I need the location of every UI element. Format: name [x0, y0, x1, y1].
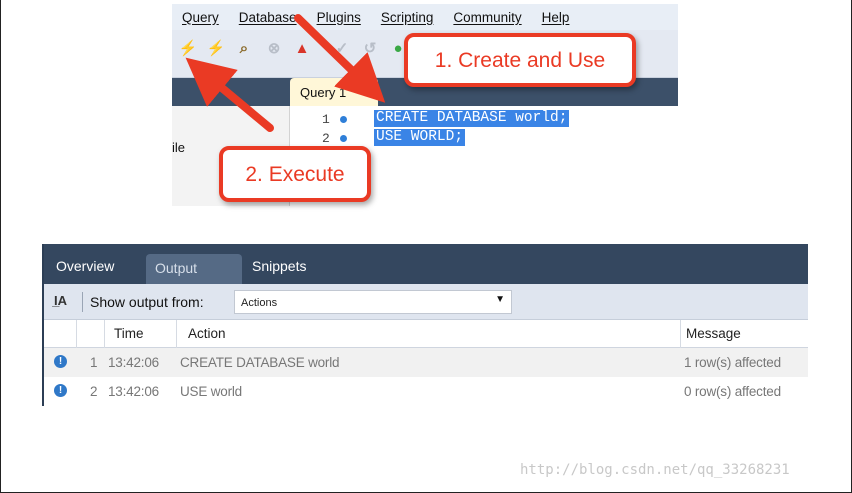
- column-header-message[interactable]: Message: [686, 326, 741, 341]
- column-divider: [176, 320, 177, 348]
- info-icon: !: [54, 384, 67, 397]
- row-index: 2: [90, 384, 98, 399]
- column-divider: [680, 320, 681, 348]
- row-action: USE world: [180, 384, 242, 399]
- callout-create-and-use: 1. Create and Use: [404, 33, 636, 87]
- output-toolbar: I̲A Show output from: Actions ▼: [44, 284, 808, 320]
- show-output-label: Show output from:: [90, 294, 204, 310]
- tab-snippets[interactable]: Snippets: [252, 258, 306, 274]
- toolbar-divider: [82, 292, 83, 312]
- row-index: 1: [90, 355, 98, 370]
- column-header-time[interactable]: Time: [114, 326, 144, 341]
- row-time: 13:42:06: [108, 355, 159, 370]
- row-message: 0 row(s) affected: [684, 384, 781, 399]
- arrow-to-execute: [185, 57, 274, 132]
- tab-output-label: Output: [155, 260, 198, 276]
- arrow-to-editor: [294, 14, 386, 103]
- table-row[interactable]: ! 1 13:42:06 CREATE DATABASE world 1 row…: [44, 348, 808, 377]
- column-header-action[interactable]: Action: [188, 326, 226, 341]
- info-icon: !: [54, 355, 67, 368]
- row-message: 1 row(s) affected: [684, 355, 781, 370]
- callout-execute-text: 2. Execute: [245, 163, 345, 186]
- watermark-url: http://blog.csdn.net/qq_33268231: [520, 462, 790, 478]
- output-source-select[interactable]: Actions ▼: [234, 290, 512, 314]
- output-tabbar: Overview Output Snippets: [44, 244, 808, 284]
- output-grid-header: Time Action Message: [44, 320, 808, 348]
- column-divider: [76, 320, 77, 348]
- row-time: 13:42:06: [108, 384, 159, 399]
- callout-create-text: 1. Create and Use: [434, 49, 606, 72]
- tab-output[interactable]: Output: [146, 254, 242, 284]
- chevron-down-icon: ▼: [495, 294, 505, 305]
- table-row[interactable]: ! 2 13:42:06 USE world 0 row(s) affected: [44, 377, 808, 406]
- tab-overview[interactable]: Overview: [56, 258, 114, 274]
- column-divider: [104, 320, 105, 348]
- callout-execute: 2. Execute: [219, 146, 371, 202]
- output-source-value: Actions: [241, 297, 278, 309]
- output-panel: Overview Output Snippets I̲A Show output…: [42, 244, 808, 406]
- row-action: CREATE DATABASE world: [180, 355, 340, 370]
- clear-output-icon[interactable]: I̲A: [54, 293, 67, 308]
